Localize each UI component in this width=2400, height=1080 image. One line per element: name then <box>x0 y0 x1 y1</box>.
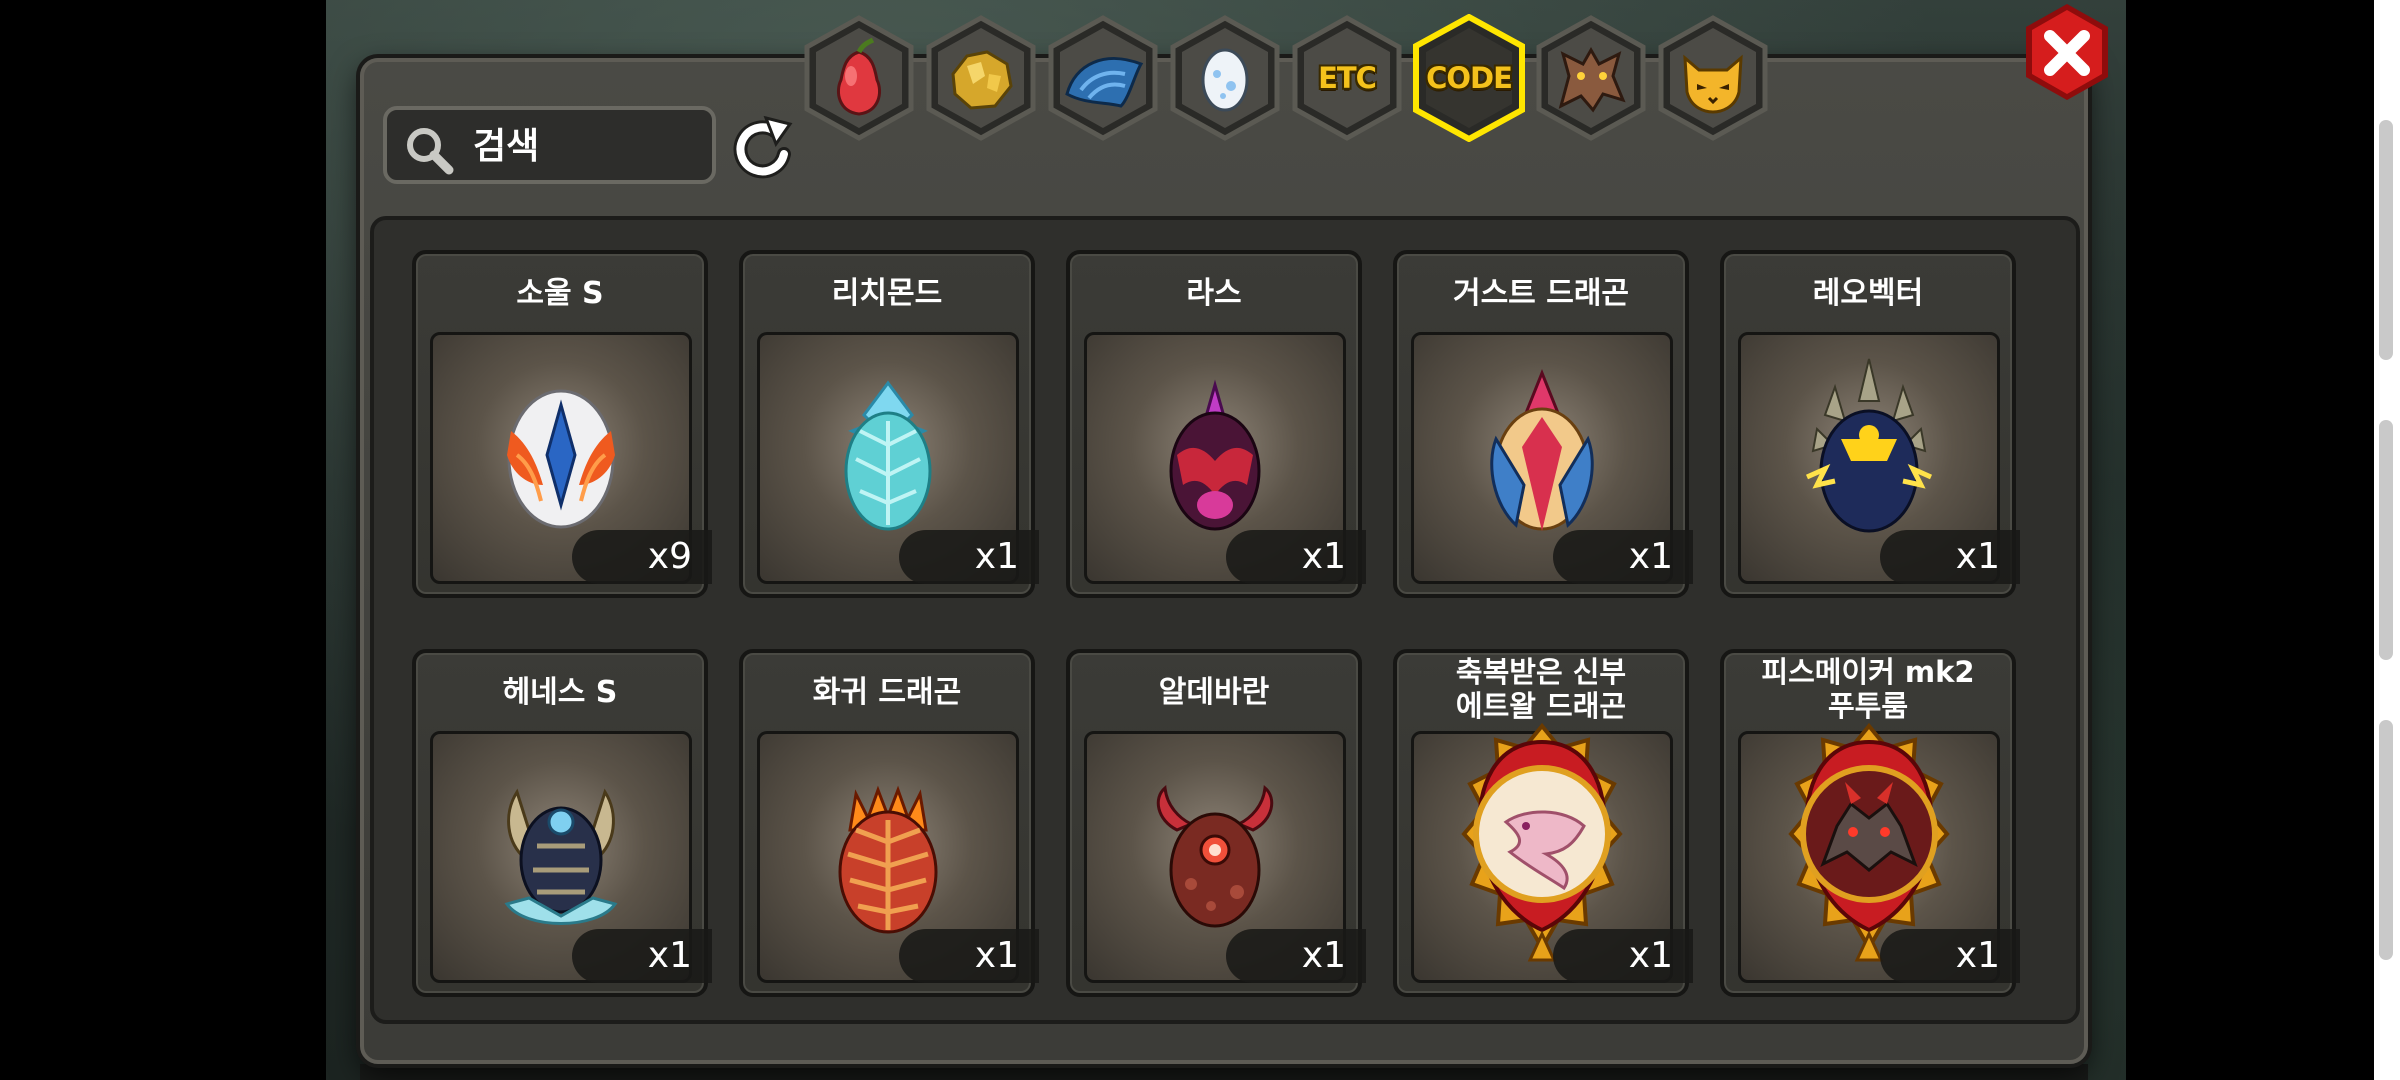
search-input[interactable] <box>471 110 705 182</box>
item-card[interactable]: 라스 x1 <box>1066 250 1366 598</box>
item-card[interactable]: 리치몬드 x1 <box>739 250 1039 598</box>
quantity-text: x1 <box>974 935 1019 976</box>
item-card[interactable]: 소울 S x9 <box>412 250 712 598</box>
quantity-text: x1 <box>1955 536 2000 577</box>
egg-icon <box>1201 48 1249 112</box>
item-name: 헤네스 S <box>502 675 618 710</box>
refresh-button[interactable] <box>730 110 796 182</box>
item-name: 화귀 드래곤 <box>812 675 962 710</box>
quantity-text: x9 <box>647 536 692 577</box>
scrollbar[interactable] <box>2374 0 2400 1080</box>
scrollbar-thumb[interactable] <box>2379 420 2393 660</box>
item-name: 레오벡터 <box>1812 276 1924 311</box>
tab-dragon[interactable] <box>1533 14 1649 142</box>
item-card[interactable]: 피스메이커 mk2 푸투룸 x1 <box>1720 649 2020 997</box>
item-card[interactable]: 알데바란 x1 <box>1066 649 1366 997</box>
search-icon <box>407 128 454 175</box>
item-card[interactable]: 축복받은 신부 에트왈 드래곤 x1 <box>1393 649 1693 997</box>
close-button[interactable] <box>2020 0 2114 104</box>
tab-code-label: CODE <box>1426 61 1513 95</box>
pear-icon <box>836 37 882 116</box>
quantity-text: x1 <box>1955 935 2000 976</box>
search-box[interactable] <box>383 106 716 184</box>
quantity-badge: x1 <box>1553 929 1693 983</box>
item-name: 축복받은 신부 에트왈 드래곤 <box>1455 655 1627 723</box>
tab-code[interactable]: CODE <box>1411 14 1527 142</box>
quantity-text: x1 <box>1301 536 1346 577</box>
item-name: 라스 <box>1186 276 1242 311</box>
scrollbar-thumb[interactable] <box>2379 720 2393 960</box>
item-card[interactable]: 거스트 드래곤 x1 <box>1393 250 1693 598</box>
item-card[interactable]: 헤네스 S x1 <box>412 649 712 997</box>
quantity-text: x1 <box>1628 935 1673 976</box>
quantity-badge: x1 <box>572 929 712 983</box>
quantity-badge: x1 <box>899 929 1039 983</box>
quantity-text: x1 <box>1301 935 1346 976</box>
quantity-badge: x1 <box>1226 929 1366 983</box>
item-name: 피스메이커 mk2 푸투룸 <box>1761 655 1975 723</box>
quantity-badge: x9 <box>572 530 712 584</box>
dragon-head-icon <box>1558 46 1626 113</box>
item-name: 소울 S <box>516 276 604 311</box>
tab-scale[interactable] <box>1045 14 1161 142</box>
quantity-badge: x1 <box>899 530 1039 584</box>
tab-etc-label: ETC <box>1318 61 1377 95</box>
panel-bottom-strip <box>360 1064 2088 1080</box>
quantity-badge: x1 <box>1226 530 1366 584</box>
quantity-text: x1 <box>1628 536 1673 577</box>
blue-scale-icon <box>1065 57 1144 108</box>
quantity-badge: x1 <box>1553 530 1693 584</box>
item-name: 거스트 드래곤 <box>1452 276 1630 311</box>
quantity-text: x1 <box>647 935 692 976</box>
tab-etc[interactable]: ETC <box>1289 14 1405 142</box>
item-name: 알데바란 <box>1158 675 1270 710</box>
tab-cat[interactable] <box>1655 14 1771 142</box>
item-card[interactable]: 화귀 드래곤 x1 <box>739 649 1039 997</box>
quantity-badge: x1 <box>1880 929 2020 983</box>
scrollbar-thumb[interactable] <box>2379 120 2393 360</box>
tab-gold[interactable] <box>923 14 1039 142</box>
item-name: 리치몬드 <box>831 276 943 311</box>
quantity-badge: x1 <box>1880 530 2020 584</box>
quantity-text: x1 <box>974 536 1019 577</box>
item-card[interactable]: 레오벡터 x1 <box>1720 250 2020 598</box>
tab-fruit[interactable] <box>801 14 917 142</box>
gold-ore-icon <box>951 50 1013 110</box>
cat-face-icon <box>1683 54 1743 114</box>
tab-egg[interactable] <box>1167 14 1283 142</box>
